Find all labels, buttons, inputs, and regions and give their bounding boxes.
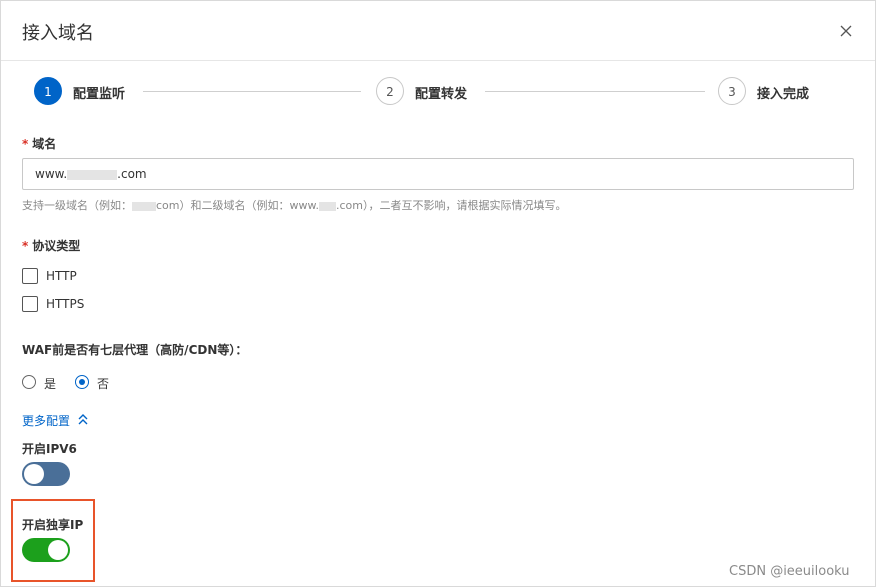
double-chevron-up-icon[interactable] [76, 412, 90, 426]
redacted-text [67, 169, 118, 180]
proxy-field-label: WAF前是否有七层代理（高防/CDN等）： [22, 343, 248, 357]
domain-field-label: * 域名 [22, 135, 56, 152]
domain-input-value: www. .com [35, 167, 147, 181]
redacted-text [132, 201, 156, 211]
step-indicator: 1 配置监听 2 配置转发 3 接入完成 [1, 77, 875, 107]
https-checkbox-label[interactable]: HTTPS [46, 297, 84, 311]
step-3-number: 3 [718, 77, 746, 105]
hint-part-c: .com），二者互不影响，请根据实际情况填写。 [335, 199, 567, 212]
watermark: CSDN @ieeuilooku [729, 564, 850, 579]
ipv6-label: 开启IPV6 [22, 442, 77, 456]
domain-value-prefix: www. [35, 167, 68, 181]
step-2-label: 配置转发 [415, 87, 468, 102]
step-connector-1 [143, 91, 361, 92]
domain-value-suffix: .com [117, 167, 147, 181]
step-1-number: 1 [34, 77, 62, 105]
http-checkbox[interactable] [22, 268, 38, 284]
step-2-number: 2 [376, 77, 404, 105]
protocol-label-text: 协议类型 [32, 239, 81, 253]
dialog-header: 接入域名 [1, 1, 875, 61]
redacted-text [318, 201, 336, 211]
ipv6-toggle[interactable] [22, 462, 70, 486]
protocol-field-label: * 协议类型 [22, 237, 80, 254]
proxy-yes-label[interactable]: 是 [44, 375, 56, 392]
hint-part-a: 支持一级域名（例如： [22, 199, 132, 212]
step-1-label: 配置监听 [73, 87, 126, 102]
hint-part-b: com）和二级域名（例如：www. [156, 199, 319, 212]
domain-hint: 支持一级域名（例如： com）和二级域名（例如：www. .com），二者互不影响，… [22, 197, 566, 213]
required-mark: * [22, 137, 29, 151]
http-checkbox-label[interactable]: HTTP [46, 269, 77, 283]
access-domain-dialog: 接入域名 1 配置监听 2 配置转发 3 接入完成 * 域名 www. .com 支… [0, 0, 876, 587]
proxy-yes-radio[interactable] [22, 375, 36, 389]
required-mark: * [22, 239, 29, 253]
domain-label-text: 域名 [32, 137, 57, 151]
proxy-no-label[interactable]: 否 [97, 375, 109, 392]
toggle-knob [48, 540, 68, 560]
dialog-title: 接入域名 [22, 23, 94, 44]
exclusive-ip-label: 开启独享IP [22, 518, 84, 532]
close-icon[interactable] [837, 22, 855, 40]
more-config-link[interactable]: 更多配置 [22, 412, 70, 429]
exclusive-ip-toggle[interactable] [22, 538, 70, 562]
https-checkbox[interactable] [22, 296, 38, 312]
toggle-knob [24, 464, 44, 484]
domain-input[interactable]: www. .com [22, 158, 854, 190]
proxy-no-radio[interactable] [75, 375, 89, 389]
step-3-label: 接入完成 [757, 87, 810, 102]
step-connector-2 [485, 91, 705, 92]
